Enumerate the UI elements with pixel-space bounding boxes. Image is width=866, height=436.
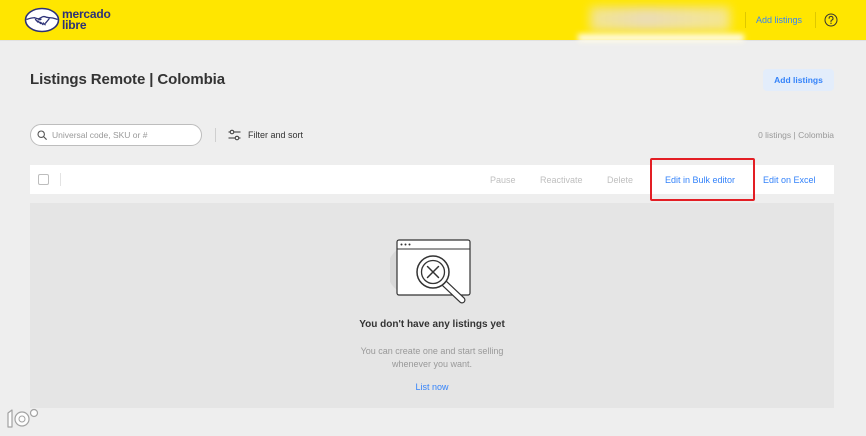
header-divider (815, 12, 816, 28)
annotation-highlight-box (650, 158, 755, 201)
add-listings-button[interactable]: Add listings (763, 69, 834, 91)
search-field[interactable] (30, 124, 202, 146)
search-icon (37, 130, 47, 140)
header-add-listings-link[interactable]: Add listings (756, 14, 802, 26)
search-input[interactable] (52, 125, 197, 145)
page-title: Listings Remote | Colombia (30, 71, 225, 88)
listings-summary: 0 listings | Colombia (758, 130, 834, 140)
logo-wordmark-line2: libre (62, 18, 87, 32)
filter-sort-label: Filter and sort (248, 130, 304, 140)
delete-button[interactable]: Delete (607, 174, 633, 186)
watermark-logo (7, 408, 39, 428)
select-all-checkbox[interactable] (38, 174, 49, 185)
pause-button[interactable]: Pause (490, 174, 516, 186)
empty-state-title: You don't have any listings yet (359, 319, 505, 330)
empty-state-link-row: List now (30, 380, 834, 393)
header-divider (745, 12, 746, 28)
help-icon[interactable] (824, 13, 838, 27)
empty-state-description: You can create one and start selling whe… (360, 345, 504, 369)
browser-search-no-results-illustration (390, 239, 471, 304)
edit-on-excel-button[interactable]: Edit on Excel (763, 174, 816, 186)
toolbar-divider (215, 128, 216, 142)
list-now-link[interactable]: List now (415, 382, 448, 392)
listings-page: mercado libre Add listings Listings Remo… (0, 0, 866, 436)
account-name-blurred[interactable] (590, 7, 730, 31)
account-name-blurred-smear (578, 34, 744, 42)
mercado-libre-logo[interactable]: mercado libre (24, 7, 120, 33)
sliders-icon (228, 129, 241, 141)
reactivate-button[interactable]: Reactivate (540, 174, 583, 186)
handshake-icon (24, 7, 60, 33)
action-bar-divider (60, 173, 61, 186)
